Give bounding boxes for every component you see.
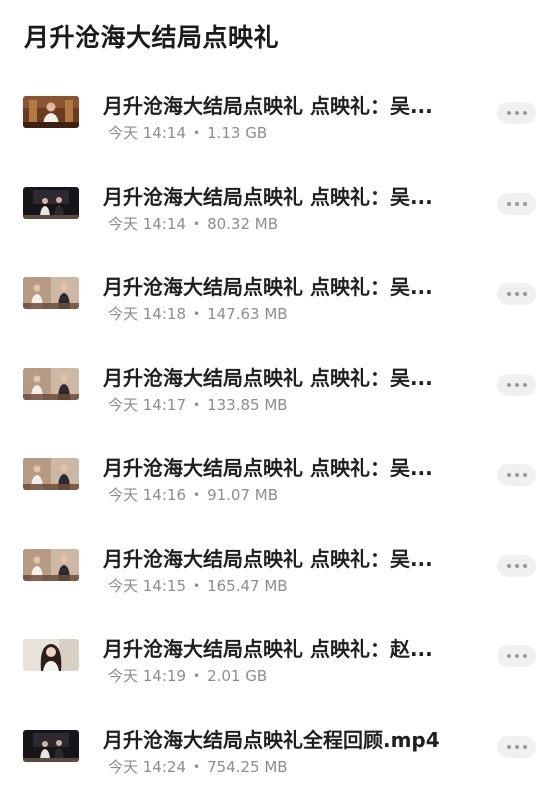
more-dot-icon <box>514 382 519 387</box>
file-time: 今天 14:14 <box>108 124 186 142</box>
more-dot-icon <box>506 473 511 477</box>
meta-separator: • <box>193 397 201 412</box>
file-row[interactable]: 月升沧海大结局点映礼全程回顾.mp4 今天 14:24 • 754.25 MB <box>0 710 542 800</box>
more-dot-icon <box>514 744 519 749</box>
video-thumbnail-duo-split-icon[interactable] <box>23 458 79 490</box>
more-dot-icon <box>522 654 527 658</box>
more-dot-icon <box>506 563 511 568</box>
file-name[interactable]: 月升沧海大结局点映礼 点映礼：吴... <box>103 271 469 300</box>
file-meta: 今天 14:16 • 91.07 MB <box>108 484 278 505</box>
file-name[interactable]: 月升沧海大结局点映礼 点映礼：赵... <box>103 633 469 662</box>
more-dot-icon <box>522 382 527 387</box>
meta-separator: • <box>193 669 201 683</box>
file-meta: 今天 14:18 • 147.63 MB <box>108 303 288 324</box>
more-options-button[interactable] <box>497 554 536 577</box>
more-dot-icon <box>522 563 527 568</box>
more-options-button[interactable] <box>497 192 536 215</box>
file-time: 今天 14:24 <box>108 757 186 776</box>
more-options-button[interactable] <box>497 283 536 305</box>
meta-separator: • <box>193 216 201 231</box>
file-meta: 今天 14:14 • 1.13 GB <box>108 122 267 143</box>
file-row[interactable]: 月升沧海大结局点映礼 点映礼：吴... 今天 14:17 • 133.85 MB <box>0 348 542 439</box>
video-thumbnail-duo-split-icon[interactable] <box>23 277 79 309</box>
video-thumbnail-stage-dark-icon[interactable] <box>23 729 79 762</box>
more-dot-icon <box>514 473 519 477</box>
more-dot-icon <box>506 201 511 206</box>
more-dot-icon <box>522 111 527 115</box>
more-dot-icon <box>506 654 511 658</box>
file-meta: 今天 14:14 • 80.32 MB <box>108 213 278 234</box>
file-size: 80.32 MB <box>207 214 279 233</box>
file-meta: 今天 14:15 • 165.47 MB <box>108 575 288 596</box>
meta-separator: • <box>193 578 201 593</box>
file-time: 今天 14:16 <box>108 486 186 504</box>
video-thumbnail-stage-dark-icon[interactable] <box>23 186 79 219</box>
file-size: 91.07 MB <box>207 486 279 504</box>
file-time: 今天 14:15 <box>108 576 186 595</box>
file-row[interactable]: 月升沧海大结局点映礼 点映礼：吴... 今天 14:18 • 147.63 MB <box>0 257 542 348</box>
more-dot-icon <box>514 654 519 658</box>
meta-separator: • <box>193 759 201 774</box>
more-dot-icon <box>514 563 519 568</box>
file-size: 147.63 MB <box>207 305 288 323</box>
more-dot-icon <box>522 744 527 749</box>
more-dot-icon <box>514 111 519 115</box>
file-name[interactable]: 月升沧海大结局点映礼 点映礼：吴... <box>103 181 469 210</box>
file-list: 月升沧海大结局点映礼 点映礼：吴... 今天 14:14 • 1.13 GB 月升沧海大… <box>0 76 542 800</box>
more-dot-icon <box>522 292 527 296</box>
more-dot-icon <box>506 382 511 387</box>
more-options-button[interactable] <box>497 464 536 486</box>
more-dot-icon <box>506 292 511 296</box>
video-thumbnail-duo-split-icon[interactable] <box>23 367 79 400</box>
file-name[interactable]: 月升沧海大结局点映礼 点映礼：吴... <box>103 362 469 391</box>
more-dot-icon <box>514 201 519 206</box>
file-list-page: 月升沧海大结局点映礼 月升沧海大结局点映礼 点映礼：吴... 今天 14:14 • 1… <box>0 0 542 800</box>
file-time: 今天 14:17 <box>108 395 186 414</box>
more-options-button[interactable] <box>497 373 536 396</box>
more-dot-icon <box>506 744 511 749</box>
file-row[interactable]: 月升沧海大结局点映礼 点映礼：赵... 今天 14:19 • 2.01 GB <box>0 619 542 710</box>
file-meta: 今天 14:17 • 133.85 MB <box>108 394 288 415</box>
file-size: 1.13 GB <box>207 124 268 142</box>
more-dot-icon <box>522 473 527 477</box>
file-size: 2.01 GB <box>207 667 268 685</box>
file-name[interactable]: 月升沧海大结局点映礼全程回顾.mp4 <box>103 724 469 753</box>
file-size: 133.85 MB <box>207 395 288 414</box>
file-name[interactable]: 月升沧海大结局点映礼 点映礼：吴... <box>103 90 469 119</box>
video-thumbnail-portrait-woman-icon[interactable] <box>23 639 79 671</box>
more-options-button[interactable] <box>497 735 536 758</box>
meta-separator: • <box>193 307 201 321</box>
file-name[interactable]: 月升沧海大结局点映礼 点映礼：吴... <box>103 452 469 481</box>
meta-separator: • <box>193 488 201 502</box>
file-row[interactable]: 月升沧海大结局点映礼 点映礼：吴... 今天 14:15 • 165.47 MB <box>0 529 542 620</box>
file-row[interactable]: 月升沧海大结局点映礼 点映礼：吴... 今天 14:14 • 80.32 MB <box>0 167 542 258</box>
file-time: 今天 14:19 <box>108 667 186 685</box>
file-size: 754.25 MB <box>207 757 288 776</box>
more-dot-icon <box>514 292 519 296</box>
video-thumbnail-duo-split-icon[interactable] <box>23 548 79 581</box>
meta-separator: • <box>193 126 201 140</box>
video-thumbnail-single-host-icon[interactable] <box>23 96 79 128</box>
file-row[interactable]: 月升沧海大结局点映礼 点映礼：吴... 今天 14:14 • 1.13 GB <box>0 76 542 167</box>
file-meta: 今天 14:24 • 754.25 MB <box>108 756 288 777</box>
file-name[interactable]: 月升沧海大结局点映礼 点映礼：吴... <box>103 543 469 572</box>
more-dot-icon <box>506 111 511 115</box>
file-size: 165.47 MB <box>207 576 288 595</box>
file-row[interactable]: 月升沧海大结局点映礼 点映礼：吴... 今天 14:16 • 91.07 MB <box>0 438 542 529</box>
more-dot-icon <box>522 201 527 206</box>
file-meta: 今天 14:19 • 2.01 GB <box>108 665 267 686</box>
more-options-button[interactable] <box>497 645 536 667</box>
page-title: 月升沧海大结局点映礼 <box>24 23 280 52</box>
file-time: 今天 14:18 <box>108 305 186 323</box>
file-time: 今天 14:14 <box>108 214 186 233</box>
more-options-button[interactable] <box>497 102 536 124</box>
